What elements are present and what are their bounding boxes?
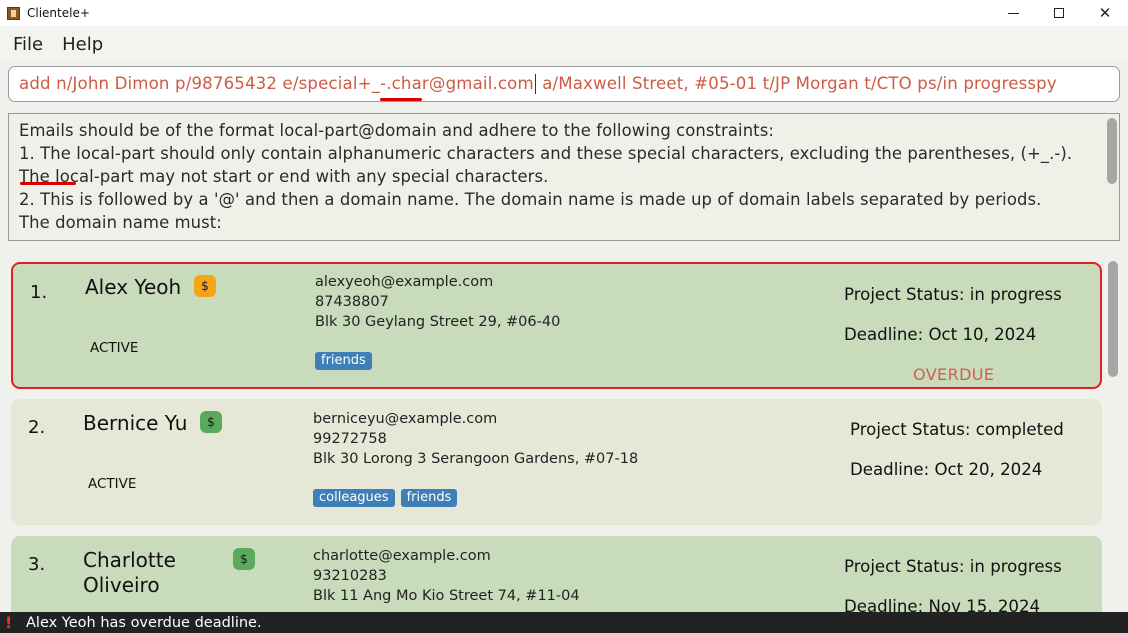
- menu-help[interactable]: Help: [62, 34, 103, 55]
- maximize-button[interactable]: [1036, 0, 1082, 26]
- close-icon: ✕: [1098, 4, 1112, 22]
- list-scrollbar-thumb[interactable]: [1108, 261, 1118, 377]
- overdue-label: OVERDUE: [913, 365, 995, 384]
- close-button[interactable]: ✕: [1082, 0, 1128, 26]
- client-contact: berniceyu@example.com 99272758 Blk 30 Lo…: [313, 409, 638, 469]
- tag-list: friends: [315, 352, 372, 370]
- client-list[interactable]: 1. Alex Yeoh $ ACTIVE alexyeoh@example.c…: [0, 250, 1128, 612]
- payment-status-icon: $: [194, 275, 216, 297]
- window-title: Clientele+: [27, 6, 90, 20]
- annotation-underline: [20, 182, 76, 185]
- client-card[interactable]: 1. Alex Yeoh $ ACTIVE alexyeoh@example.c…: [11, 262, 1102, 389]
- annotation-underline: [380, 98, 422, 101]
- project-status: Project Status: in progress: [844, 285, 1062, 304]
- client-name: Alex Yeoh: [85, 275, 182, 299]
- client-email: alexyeoh@example.com: [315, 274, 494, 290]
- tag-list: colleagues friends: [313, 489, 458, 507]
- tag: friends: [315, 352, 372, 370]
- client-state: ACTIVE: [90, 340, 139, 356]
- window-controls: ✕: [990, 0, 1128, 26]
- command-text-before-caret: add n/John Dimon p/98765432 e/special+_-…: [19, 73, 534, 93]
- result-text: Emails should be of the format local-par…: [19, 121, 1073, 232]
- maximize-icon: [1054, 8, 1064, 18]
- text-caret: [534, 74, 536, 95]
- deadline: Deadline: Oct 20, 2024: [850, 460, 1043, 479]
- command-text: add n/John Dimon p/98765432 e/special+_-…: [9, 74, 1057, 95]
- client-contact: charlotte@example.com 93210283 Blk 11 An…: [313, 546, 580, 606]
- payment-status-icon: $: [200, 411, 222, 433]
- project-status: Project Status: in progress: [844, 557, 1062, 576]
- client-contact: alexyeoh@example.com 87438807 Blk 30 Gey…: [315, 272, 560, 332]
- client-state: ACTIVE: [88, 476, 137, 492]
- client-name: Charlotte Oliveiro: [83, 548, 176, 598]
- payment-status-icon: $: [233, 548, 255, 570]
- status-bar: ! Alex Yeoh has overdue deadline.: [0, 612, 1128, 633]
- client-name: Bernice Yu: [83, 411, 188, 435]
- title-bar: Clientele+ ✕: [0, 0, 1128, 26]
- command-text-after-caret: a/Maxwell Street, #05-01 t/JP Morgan t/C…: [536, 73, 1057, 93]
- result-scrollbar-thumb[interactable]: [1107, 118, 1117, 184]
- client-email: charlotte@example.com: [313, 548, 491, 564]
- client-phone: 93210283: [313, 568, 387, 584]
- menu-file[interactable]: File: [13, 34, 43, 55]
- tag: friends: [400, 489, 458, 507]
- project-status: Project Status: completed: [850, 420, 1064, 439]
- result-display[interactable]: Emails should be of the format local-par…: [8, 113, 1120, 241]
- command-input[interactable]: add n/John Dimon p/98765432 e/special+_-…: [8, 66, 1120, 102]
- client-address: Blk 30 Geylang Street 29, #06-40: [315, 314, 561, 330]
- app-icon: [7, 6, 20, 20]
- tag: colleagues: [313, 489, 395, 507]
- status-message: Alex Yeoh has overdue deadline.: [26, 614, 262, 631]
- client-name-line1: Charlotte: [83, 548, 176, 572]
- client-index: 2.: [28, 417, 46, 438]
- deadline: Deadline: Nov 15, 2024: [844, 597, 1041, 612]
- minimize-button[interactable]: [990, 0, 1036, 26]
- deadline: Deadline: Oct 10, 2024: [844, 325, 1037, 344]
- client-index: 3.: [28, 554, 46, 575]
- menu-bar: File Help: [0, 26, 1128, 62]
- client-index: 1.: [30, 282, 48, 303]
- minimize-icon: [1007, 12, 1019, 14]
- client-card[interactable]: 2. Bernice Yu $ ACTIVE berniceyu@example…: [11, 399, 1102, 525]
- client-card[interactable]: 3. Charlotte Oliveiro $ charlotte@exampl…: [11, 536, 1102, 612]
- client-address: Blk 30 Lorong 3 Serangoon Gardens, #07-1…: [313, 451, 639, 467]
- client-name-line2: Oliveiro: [83, 573, 160, 597]
- client-address: Blk 11 Ang Mo Kio Street 74, #11-04: [313, 588, 580, 604]
- client-email: berniceyu@example.com: [313, 411, 498, 427]
- client-phone: 99272758: [313, 431, 387, 447]
- client-phone: 87438807: [315, 294, 389, 310]
- error-icon: !: [5, 613, 13, 632]
